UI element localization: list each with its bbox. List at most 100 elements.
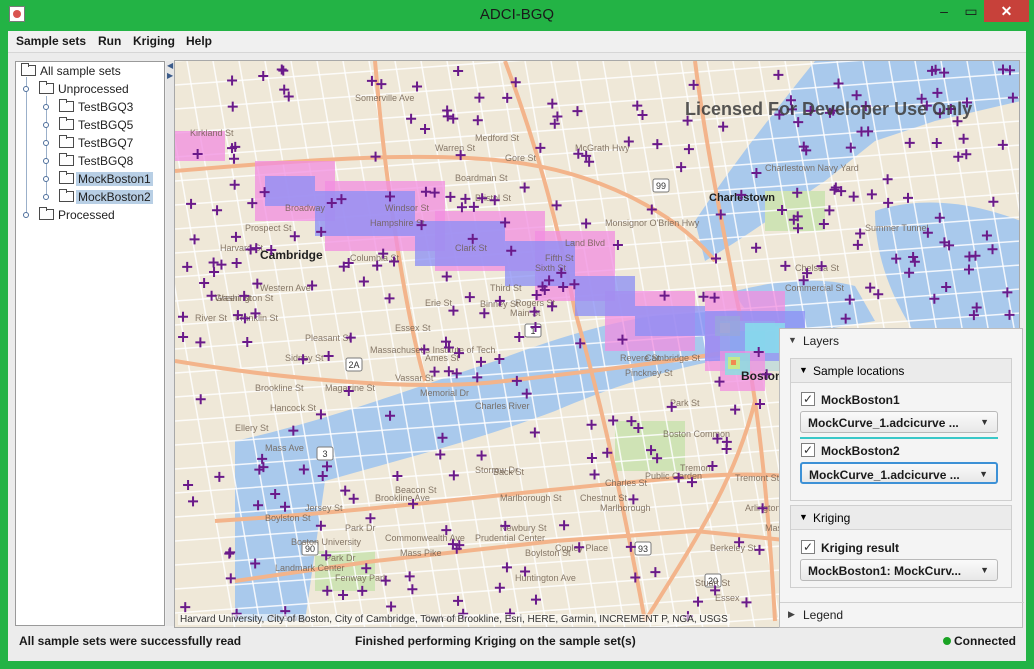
map-attribution: Harvard University, City of Boston, City… [178, 614, 730, 625]
sample-location-marker [227, 101, 238, 112]
mockboston1-curve-select[interactable]: MockCurve_1.adcicurve ... ▼ [800, 411, 998, 433]
sample-location-marker [453, 66, 464, 77]
tree-item-testbgq7[interactable]: TestBGQ7 [18, 135, 163, 152]
sample-location-marker [195, 337, 206, 348]
map-label: Medford St [475, 133, 520, 143]
tree-item-mockboston1[interactable]: MockBoston1 [18, 171, 163, 188]
map-label: Chestnut St [580, 493, 628, 503]
node-handle-icon [43, 158, 49, 164]
sample-location-marker [453, 595, 464, 606]
map-label: Landmark Center [275, 563, 345, 573]
legend-header[interactable]: ▶ Legend [780, 602, 1024, 626]
sample-location-marker [961, 149, 972, 160]
road-shield-label: 93 [638, 544, 648, 554]
map-label: Boylston St [265, 513, 311, 523]
menu-help[interactable]: Help [186, 34, 212, 48]
collapse-left-icon[interactable]: ◀ [167, 61, 173, 70]
status-left: All sample sets were successfully read [19, 634, 242, 648]
mockboston1-checkbox[interactable]: ✓ [801, 392, 815, 406]
kriging-cell [731, 360, 736, 365]
legend-title: Legend [803, 608, 844, 622]
map-label: Main St [510, 308, 541, 318]
split-pane-divider[interactable]: ◀ ▶ [166, 61, 174, 626]
tree-item-testbgq3[interactable]: TestBGQ3 [18, 99, 163, 116]
sample-location-marker [958, 133, 969, 144]
sample-location-marker [229, 179, 240, 190]
sample-location-marker [464, 292, 475, 303]
kriging-cell [575, 276, 635, 316]
map-label: Vassar St [395, 373, 434, 383]
status-bar: All sample sets were successfully read F… [8, 629, 1026, 651]
sample-location-marker [370, 151, 381, 162]
map-label: Gore St [505, 153, 537, 163]
sample-location-marker [751, 242, 762, 253]
sample-set-tree[interactable]: All sample sets Unprocessed TestBGQ3 Tes… [15, 61, 165, 626]
map-label: Charlestown Navy Yard [765, 163, 859, 173]
map-label: Charles River [475, 401, 530, 411]
map-label: Charles St [605, 478, 648, 488]
tree-item-testbgq8[interactable]: TestBGQ8 [18, 153, 163, 170]
mockboston2-checkbox[interactable]: ✓ [801, 443, 815, 457]
road-shield-label: 99 [656, 181, 666, 191]
tree-item-testbgq5[interactable]: TestBGQ5 [18, 117, 163, 134]
sample-location-marker [188, 496, 199, 507]
minimize-button[interactable]: – [930, 0, 958, 22]
sample-location-marker [502, 92, 513, 103]
sample-location-marker [365, 513, 376, 524]
expanded-icon: ▼ [788, 335, 797, 345]
sample-location-marker [230, 231, 241, 242]
map-label: Back St [493, 467, 525, 477]
sample-locations-header[interactable]: ▼ Sample locations [791, 359, 1011, 383]
app-window: ADCI-BGQ – ▭ ✕ Sample sets Run Kriging H… [0, 0, 1034, 669]
sample-location-marker [829, 184, 840, 195]
node-handle-icon [43, 104, 49, 110]
sample-location-marker [443, 366, 454, 377]
color-swatch [800, 437, 998, 439]
expanded-icon: ▼ [799, 512, 808, 522]
expand-handle-icon[interactable] [23, 212, 29, 218]
sample-location-marker [182, 261, 193, 272]
menu-run[interactable]: Run [98, 34, 121, 48]
dropdown-arrow-icon: ▼ [979, 469, 988, 479]
menu-sample-sets[interactable]: Sample sets [16, 34, 86, 48]
sample-location-marker [572, 106, 583, 117]
folder-icon [21, 63, 36, 76]
map-label: Tremont St [735, 473, 780, 483]
tree-node-unprocessed[interactable]: Unprocessed [18, 81, 163, 98]
folder-icon [59, 171, 74, 184]
mockboston2-curve-select[interactable]: MockCurve_1.adcicurve ... ▼ [800, 462, 998, 484]
kriging-result-select[interactable]: MockBoston1: MockCurv... ▼ [800, 559, 998, 581]
map-label: Marlborough St [500, 493, 562, 503]
road-shield-label: 3 [322, 449, 327, 459]
map-label: Pinckney St [625, 368, 673, 378]
map-label: McGrath Hwy [575, 143, 630, 153]
layers-header[interactable]: ▼ Layers [780, 329, 1024, 353]
sample-location-marker [997, 139, 1008, 150]
folder-icon [59, 135, 74, 148]
tree-root[interactable]: All sample sets [18, 63, 163, 80]
title-bar[interactable]: ADCI-BGQ – ▭ ✕ [0, 0, 1034, 31]
expand-right-icon[interactable]: ▶ [167, 71, 173, 80]
maximize-button[interactable]: ▭ [958, 0, 984, 22]
kriging-header[interactable]: ▼ Kriging [791, 506, 1011, 530]
sample-location-marker [494, 582, 505, 593]
kriging-result-checkbox[interactable]: ✓ [801, 540, 815, 554]
sample-location-marker [441, 271, 452, 282]
map-label: Green St [215, 293, 252, 303]
map-label: Brookline St [255, 383, 304, 393]
tree-node-processed[interactable]: Processed [18, 207, 163, 224]
close-button[interactable]: ✕ [984, 0, 1029, 22]
tree-item-mockboston2[interactable]: MockBoston2 [18, 189, 163, 206]
map-label: Sidney St [285, 353, 324, 363]
map-label: Boardman St [455, 173, 508, 183]
sample-location-marker [406, 113, 417, 124]
sample-locations-title: Sample locations [813, 364, 905, 378]
sample-location-marker [780, 260, 791, 271]
kriging-result-label: Kriging result [821, 541, 900, 555]
map-label: Fifth St [545, 253, 574, 263]
sample-location-marker [231, 257, 242, 268]
expand-handle-icon[interactable] [23, 86, 29, 92]
sample-location-marker [358, 276, 369, 287]
dropdown-arrow-icon: ▼ [980, 565, 989, 575]
menu-kriging[interactable]: Kriging [133, 34, 175, 48]
